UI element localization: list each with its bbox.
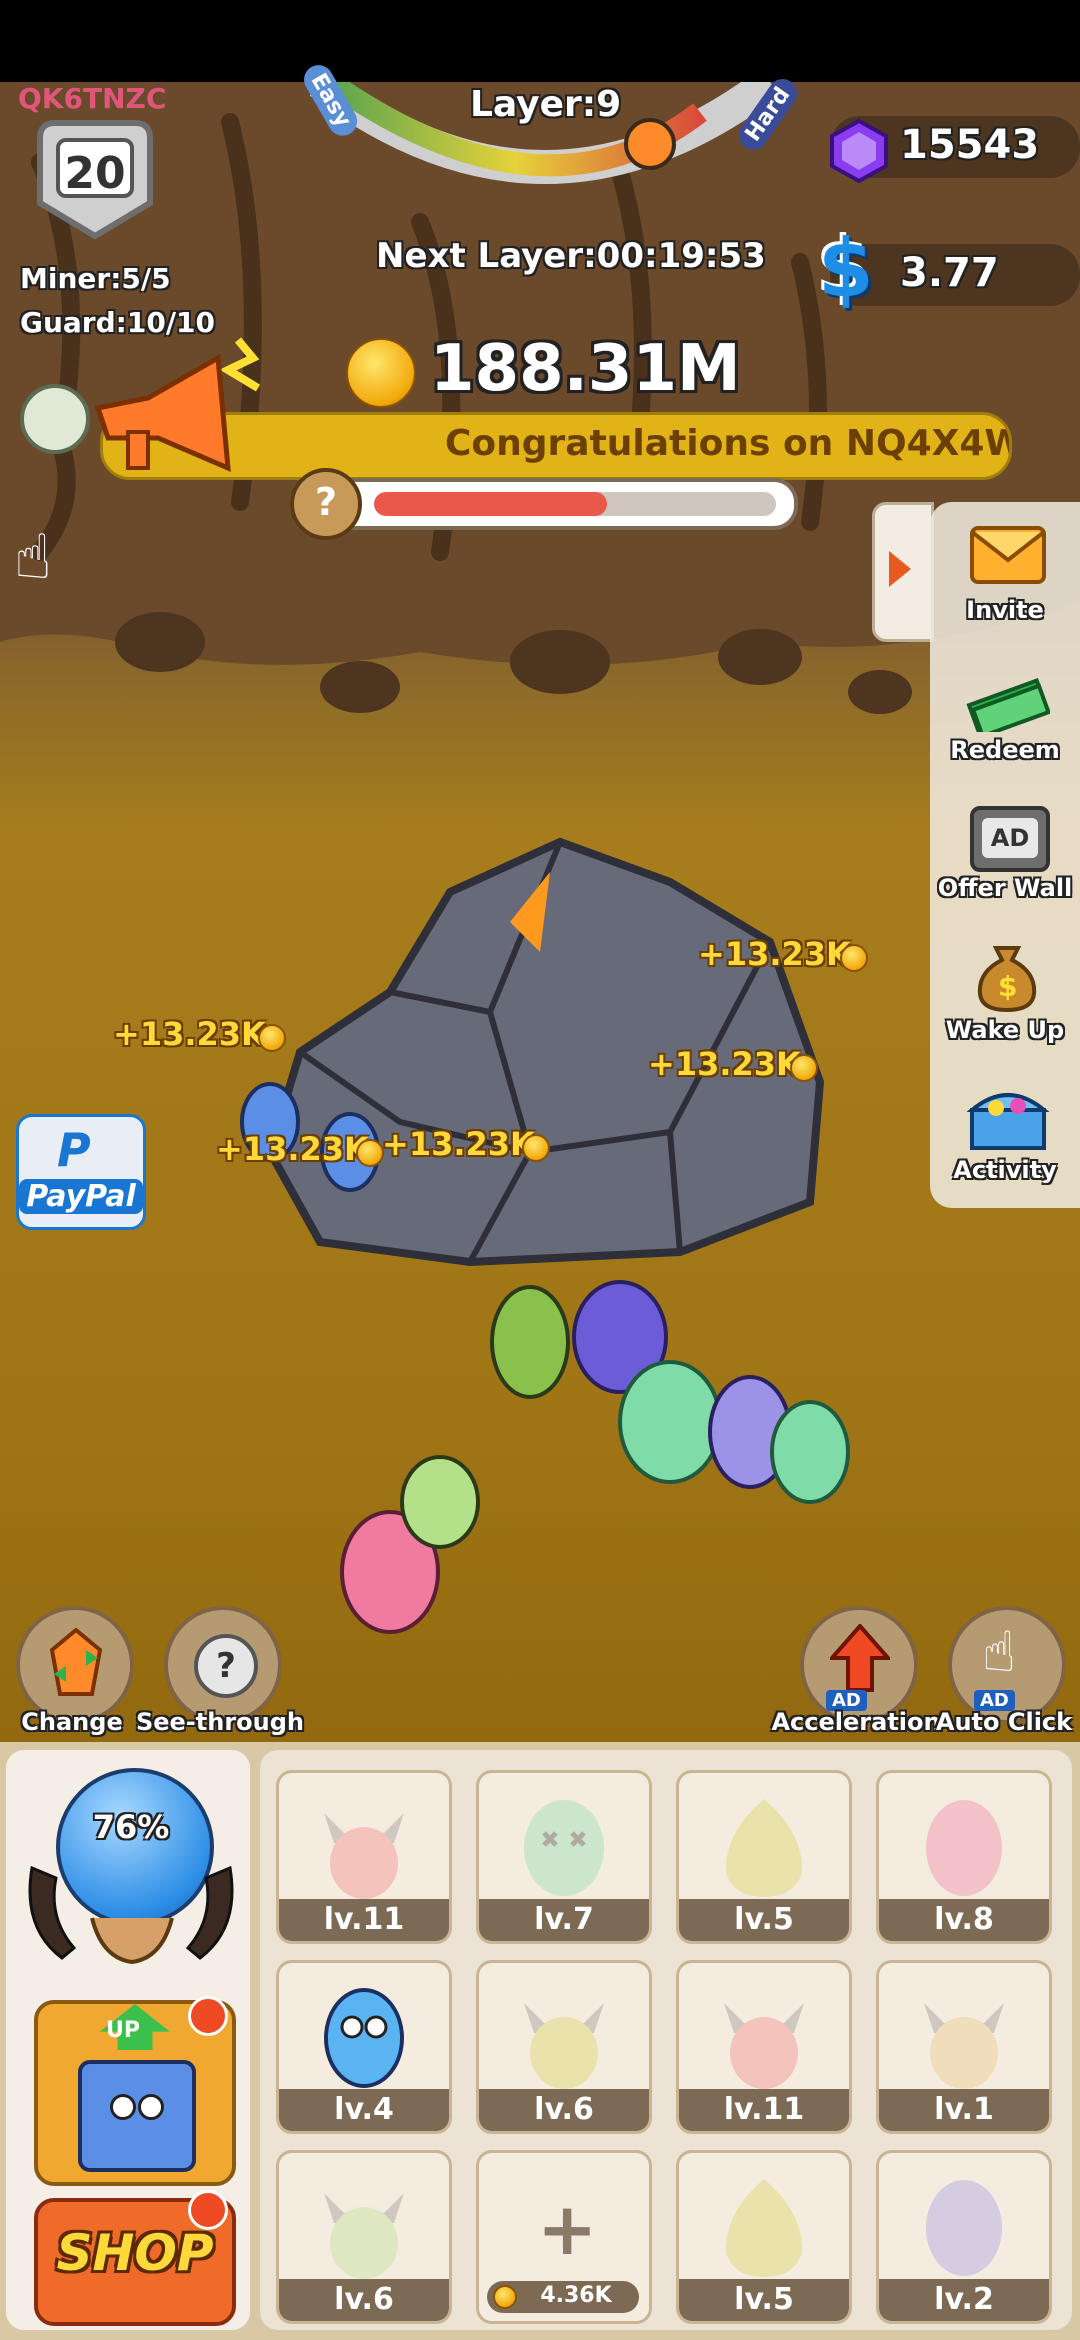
- merge-slot[interactable]: lv.5: [676, 2150, 852, 2324]
- see-through-button[interactable]: ? See-through: [136, 1606, 304, 1736]
- mystery-icon: ?: [290, 468, 362, 540]
- upgrade-cards-button[interactable]: UP: [34, 1996, 236, 2186]
- slot-level: lv.2: [879, 2279, 1049, 2321]
- tap-hand-icon[interactable]: ☝: [14, 520, 52, 593]
- tv-icon: AD: [970, 806, 1050, 872]
- envelope-icon: [970, 526, 1046, 584]
- slot-level: lv.11: [679, 2089, 849, 2131]
- status-bar: [0, 0, 1080, 82]
- coin-icon: [790, 1054, 818, 1082]
- svg-text:$: $: [998, 970, 1017, 1003]
- coin-icon: [356, 1139, 384, 1167]
- progress-fill: [374, 492, 608, 516]
- hand-pointer-icon: ☝: [982, 1620, 1017, 1685]
- slot-level: lv.6: [479, 2089, 649, 2131]
- paypal-button[interactable]: P PayPal: [16, 1114, 146, 1230]
- goblin-icon: [725, 1799, 803, 1897]
- miner-count: Miner:5/5: [20, 262, 171, 295]
- plus-icon: +: [537, 2187, 598, 2271]
- layer-title: Layer:9: [470, 84, 622, 125]
- crystal-icon: [49, 1628, 103, 1696]
- miner-characters: [340, 1280, 850, 1634]
- offer-wall-button[interactable]: AD Offer Wall: [930, 792, 1080, 912]
- acceleration-button[interactable]: AD Acceleration: [771, 1606, 941, 1736]
- cash-stack-icon: [966, 678, 1050, 732]
- coin-icon: [840, 944, 868, 972]
- gain-text: +13.23K: [216, 1130, 369, 1168]
- coin-icon: [258, 1024, 286, 1052]
- coin-icon: [493, 2285, 517, 2309]
- cards-icon: [78, 2060, 196, 2172]
- viking-icon: [524, 2003, 604, 2089]
- gain-text: +13.23K: [698, 935, 851, 973]
- merge-slot[interactable]: lv.6: [476, 1960, 652, 2134]
- paypal-icon: P: [57, 1123, 91, 1177]
- buy-slot-button[interactable]: + 4.36K: [476, 2150, 652, 2324]
- ghost-icon: [524, 1800, 604, 1896]
- merge-slot[interactable]: lv.4: [276, 1960, 452, 2134]
- merge-slot[interactable]: lv.5: [676, 1770, 852, 1944]
- cash-value: 3.77: [900, 250, 999, 296]
- treasure-chest-icon: [966, 1093, 1050, 1150]
- blue-miner-icon: [324, 1988, 404, 2088]
- merge-slot[interactable]: lv.11: [676, 1960, 852, 2134]
- avatar[interactable]: [20, 384, 90, 454]
- next-layer-timer: Next Layer:00:19:53: [376, 236, 766, 276]
- claw-icon: [28, 1865, 234, 1965]
- announcement-text: Congratulations on NQ4X4WC: [445, 423, 1012, 464]
- level-badge[interactable]: 20: [30, 118, 160, 243]
- merge-slot[interactable]: lv.11: [276, 1770, 452, 1944]
- coin-balance: 188.31M: [430, 332, 741, 406]
- magnifier-icon: ?: [194, 1634, 258, 1698]
- price-tag: 4.36K: [487, 2281, 639, 2313]
- change-button[interactable]: Change: [12, 1606, 134, 1736]
- megaphone-icon: [94, 337, 261, 472]
- coin-icon: [346, 338, 416, 408]
- gems-value: 15543: [900, 122, 1040, 168]
- viking-icon: [324, 1813, 404, 1899]
- slot-level: lv.4: [279, 2089, 449, 2131]
- claw-capacity[interactable]: 76%: [22, 1768, 240, 1968]
- wake-up-button[interactable]: $ Wake Up: [930, 932, 1080, 1052]
- slot-level: lv.8: [879, 1899, 1049, 1941]
- gain-text: +13.23K: [648, 1045, 801, 1083]
- coin-icon: [522, 1134, 550, 1162]
- auto-click-button[interactable]: ☝ AD Auto Click: [936, 1606, 1072, 1736]
- viking-icon: [324, 2193, 404, 2279]
- merge-slot[interactable]: lv.1: [876, 1960, 1052, 2134]
- purple-miner-icon: [926, 2180, 1002, 2276]
- viking-icon: [924, 2003, 1004, 2089]
- redeem-button[interactable]: Redeem: [930, 652, 1080, 772]
- capacity-percent: 76%: [92, 1808, 170, 1846]
- slot-level: lv.7: [479, 1899, 649, 1941]
- dollar-icon: $: [818, 222, 874, 315]
- arrow-up-icon: [830, 1624, 890, 1692]
- shop-button[interactable]: SHOP: [34, 2190, 236, 2326]
- activity-button[interactable]: Activity: [930, 1072, 1080, 1192]
- goblin-icon: [725, 2179, 803, 2277]
- merge-slot[interactable]: lv.7: [476, 1770, 652, 1944]
- side-menu-toggle[interactable]: [872, 502, 934, 642]
- shop-label: SHOP: [56, 2224, 214, 2282]
- notification-dot: [188, 1996, 228, 2036]
- pink-miner-icon: [926, 1800, 1002, 1896]
- merge-slot[interactable]: lv.6: [276, 2150, 452, 2324]
- money-bag-icon: $: [977, 946, 1037, 1012]
- slot-level: lv.5: [679, 2279, 849, 2321]
- player-id: QK6TNZC: [18, 82, 167, 115]
- gem-icon: [830, 118, 888, 184]
- gain-text: +13.23K: [382, 1125, 535, 1163]
- viking-icon: [724, 2003, 804, 2089]
- slot-level: lv.11: [279, 1899, 449, 1941]
- slot-level: lv.5: [679, 1899, 849, 1941]
- slot-level: lv.1: [879, 2089, 1049, 2131]
- gain-text: +13.23K: [113, 1015, 266, 1053]
- layer-progress-bar: [290, 478, 798, 530]
- bottom-panel: 76% UP SHOP lv.11 lv.7 lv.5 lv.8 lv.4 lv…: [0, 1742, 1080, 2340]
- merge-slot[interactable]: lv.2: [876, 2150, 1052, 2324]
- merge-slot[interactable]: lv.8: [876, 1770, 1052, 1944]
- invite-button[interactable]: Invite: [930, 512, 1080, 632]
- slot-level: lv.6: [279, 2279, 449, 2321]
- arrow-right-icon: [889, 551, 911, 587]
